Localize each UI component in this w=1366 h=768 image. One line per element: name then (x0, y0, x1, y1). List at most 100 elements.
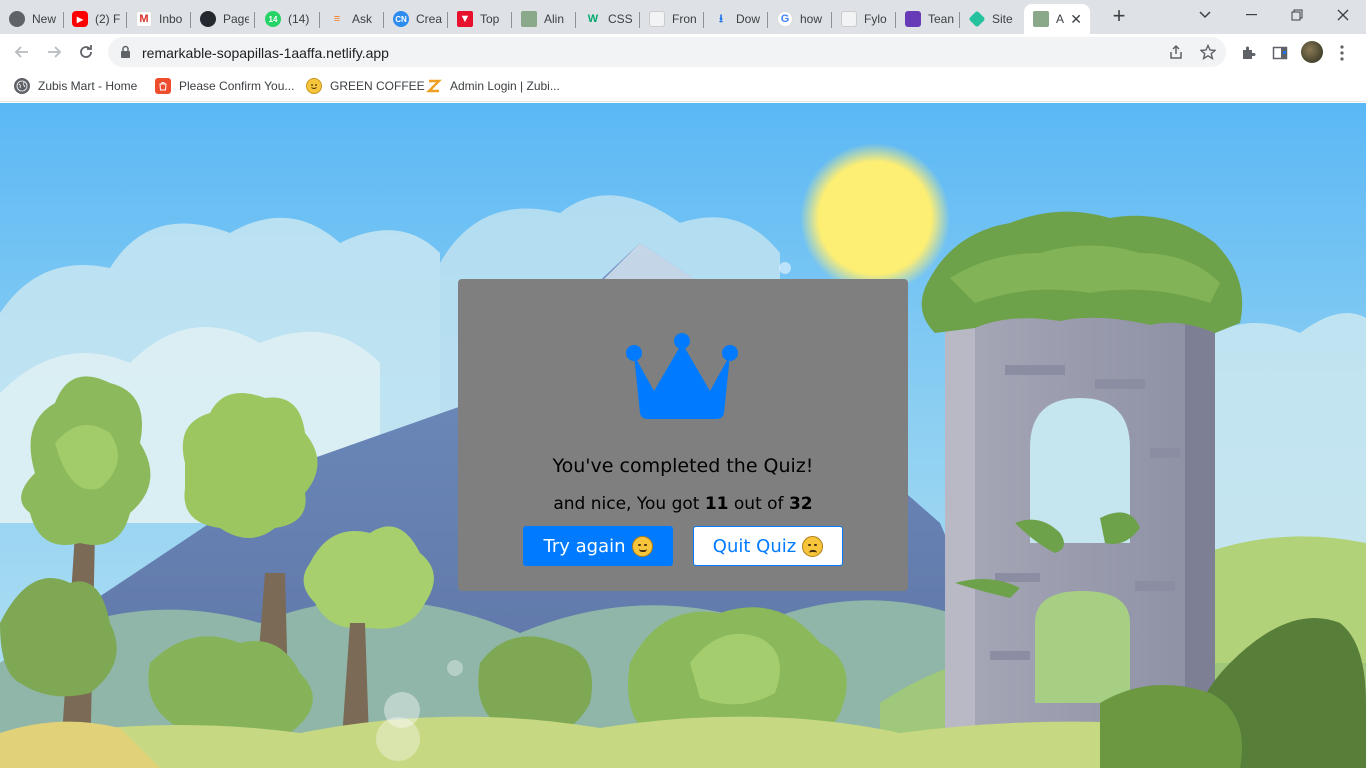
github-icon (200, 11, 216, 27)
minimize-icon (1245, 14, 1257, 16)
bubble (447, 660, 463, 676)
bookmarks-bar: Zubis Mart - Home Please Confirm You... … (0, 70, 1366, 102)
browser-tab[interactable]: Site (960, 4, 1024, 34)
score-message: and nice, You got 11 out of 32 (458, 494, 908, 514)
ruin-tower (921, 211, 1243, 743)
topmate-icon: ▼ (457, 11, 473, 27)
restore-button[interactable] (1274, 0, 1320, 30)
google-icon: G (777, 11, 793, 27)
address-bar[interactable]: remarkable-sopapillas-1aaffa.netlify.app (108, 37, 1226, 67)
bookmark-green-coffee[interactable]: GREEN COFFEE (306, 76, 425, 96)
tab-title: Top (480, 12, 500, 26)
quit-quiz-label: Quit Quiz (712, 535, 797, 557)
page-icon (649, 11, 665, 27)
image-icon (1033, 11, 1049, 27)
bookmark-please-confirm[interactable]: Please Confirm You... (155, 76, 294, 96)
extensions-icon[interactable] (1238, 43, 1258, 63)
browser-tab[interactable]: ⭳ Dow (704, 4, 768, 34)
browser-tab[interactable]: Page (191, 4, 255, 34)
shop-icon (155, 78, 171, 94)
crown-icon (626, 333, 738, 419)
reload-icon (80, 45, 92, 58)
page-viewport: You've completed the Quiz! and nice, You… (0, 103, 1366, 768)
close-tab-icon[interactable]: ✕ (1070, 11, 1082, 27)
tab-title: (2) F (95, 12, 121, 26)
new-tab-button[interactable]: + (1108, 5, 1130, 28)
browser-tab[interactable]: 14 (14) (256, 4, 320, 34)
browser-tab[interactable]: Tean (896, 4, 960, 34)
browser-tab[interactable]: Fron (640, 4, 704, 34)
browser-tab[interactable]: A ✕ (1024, 4, 1090, 34)
smirk-emoji-icon (631, 535, 653, 557)
browser-tab[interactable]: M Inbo (127, 4, 191, 34)
smiley-icon (306, 78, 322, 94)
reload-button[interactable] (74, 40, 98, 64)
url-text: remarkable-sopapillas-1aaffa.netlify.app (142, 45, 389, 61)
bubble (376, 717, 420, 761)
browser-tab[interactable]: Alin (512, 4, 576, 34)
score-prefix: and nice, You got (553, 494, 700, 514)
browser-tab[interactable]: Ghow (768, 4, 832, 34)
tab-title: Page (223, 12, 249, 26)
whatsapp-icon: 14 (265, 11, 281, 27)
globe-icon (14, 78, 30, 94)
youtube-icon: ▶ (72, 11, 88, 27)
arrow-right-icon (48, 46, 62, 58)
tab-title: New (32, 12, 57, 26)
menu-dots-icon[interactable] (1332, 43, 1352, 63)
tab-title: Site (992, 12, 1013, 26)
score-total: 32 (788, 494, 813, 514)
try-again-button[interactable]: Try again (523, 526, 673, 566)
tab-title: Fylo (864, 12, 887, 26)
bubble (779, 262, 791, 274)
browser-tab[interactable]: Fylo (832, 4, 896, 34)
image-icon (521, 11, 537, 27)
quiz-result-card: You've completed the Quiz! and nice, You… (458, 279, 908, 591)
zubis-logo-icon (426, 78, 442, 94)
browser-tab[interactable]: ≡ Ask (320, 4, 384, 34)
minimize-button[interactable] (1228, 0, 1274, 30)
back-button[interactable] (10, 40, 34, 64)
page-icon (841, 11, 857, 27)
tab-title: A (1056, 12, 1065, 26)
sun-shape (800, 143, 950, 293)
lock-icon[interactable] (120, 45, 131, 59)
browser-tab[interactable]: CN Crea (384, 4, 448, 34)
tab-strip: New ▶ (2) F M Inbo Page 14 (14) ≡ Ask CN Crea ▼ Top Al… (0, 0, 1366, 34)
close-window-button[interactable] (1320, 0, 1366, 30)
tab-title: Tean (928, 12, 954, 26)
download-icon: ⭳ (719, 12, 723, 25)
reading-list-icon[interactable] (1270, 43, 1290, 63)
bookmark-zubis-mart[interactable]: Zubis Mart - Home (14, 76, 137, 96)
stackoverflow-icon: ≡ (333, 13, 341, 25)
browser-tab[interactable]: W CSS (576, 4, 640, 34)
tab-title: (14) (288, 12, 310, 26)
restore-icon (1291, 9, 1303, 21)
browser-toolbar: remarkable-sopapillas-1aaffa.netlify.app (0, 34, 1366, 70)
tab-title: Inbo (159, 12, 183, 26)
tab-title: Alin (544, 12, 565, 26)
gmail-icon: M (136, 11, 152, 27)
browser-tab[interactable]: ▼ Top (448, 4, 512, 34)
browser-tab[interactable]: ▶ (2) F (63, 4, 127, 34)
try-again-label: Try again (543, 535, 626, 557)
tab-separator (254, 12, 255, 28)
tab-title: how (800, 12, 823, 26)
browser-tab[interactable]: New (0, 4, 64, 34)
forward-button[interactable] (42, 40, 66, 64)
netlify-icon (968, 10, 986, 28)
w3schools-icon: W (587, 13, 599, 25)
chrome-icon (9, 11, 25, 27)
bookmark-star-icon[interactable] (1199, 43, 1217, 61)
profile-avatar[interactable] (1301, 41, 1323, 63)
arrow-left-icon (14, 46, 28, 58)
tab-title: Crea (416, 12, 442, 26)
chevron-down-icon (1199, 11, 1211, 19)
tab-title: CSS (608, 12, 633, 26)
quit-quiz-button[interactable]: Quit Quiz (693, 526, 843, 566)
sad-emoji-icon (802, 535, 824, 557)
bookmark-admin-login[interactable]: Admin Login | Zubi... (426, 76, 560, 96)
tab-search-button[interactable] (1182, 0, 1228, 30)
share-icon[interactable] (1167, 43, 1185, 61)
completion-message: You've completed the Quiz! (552, 455, 814, 477)
